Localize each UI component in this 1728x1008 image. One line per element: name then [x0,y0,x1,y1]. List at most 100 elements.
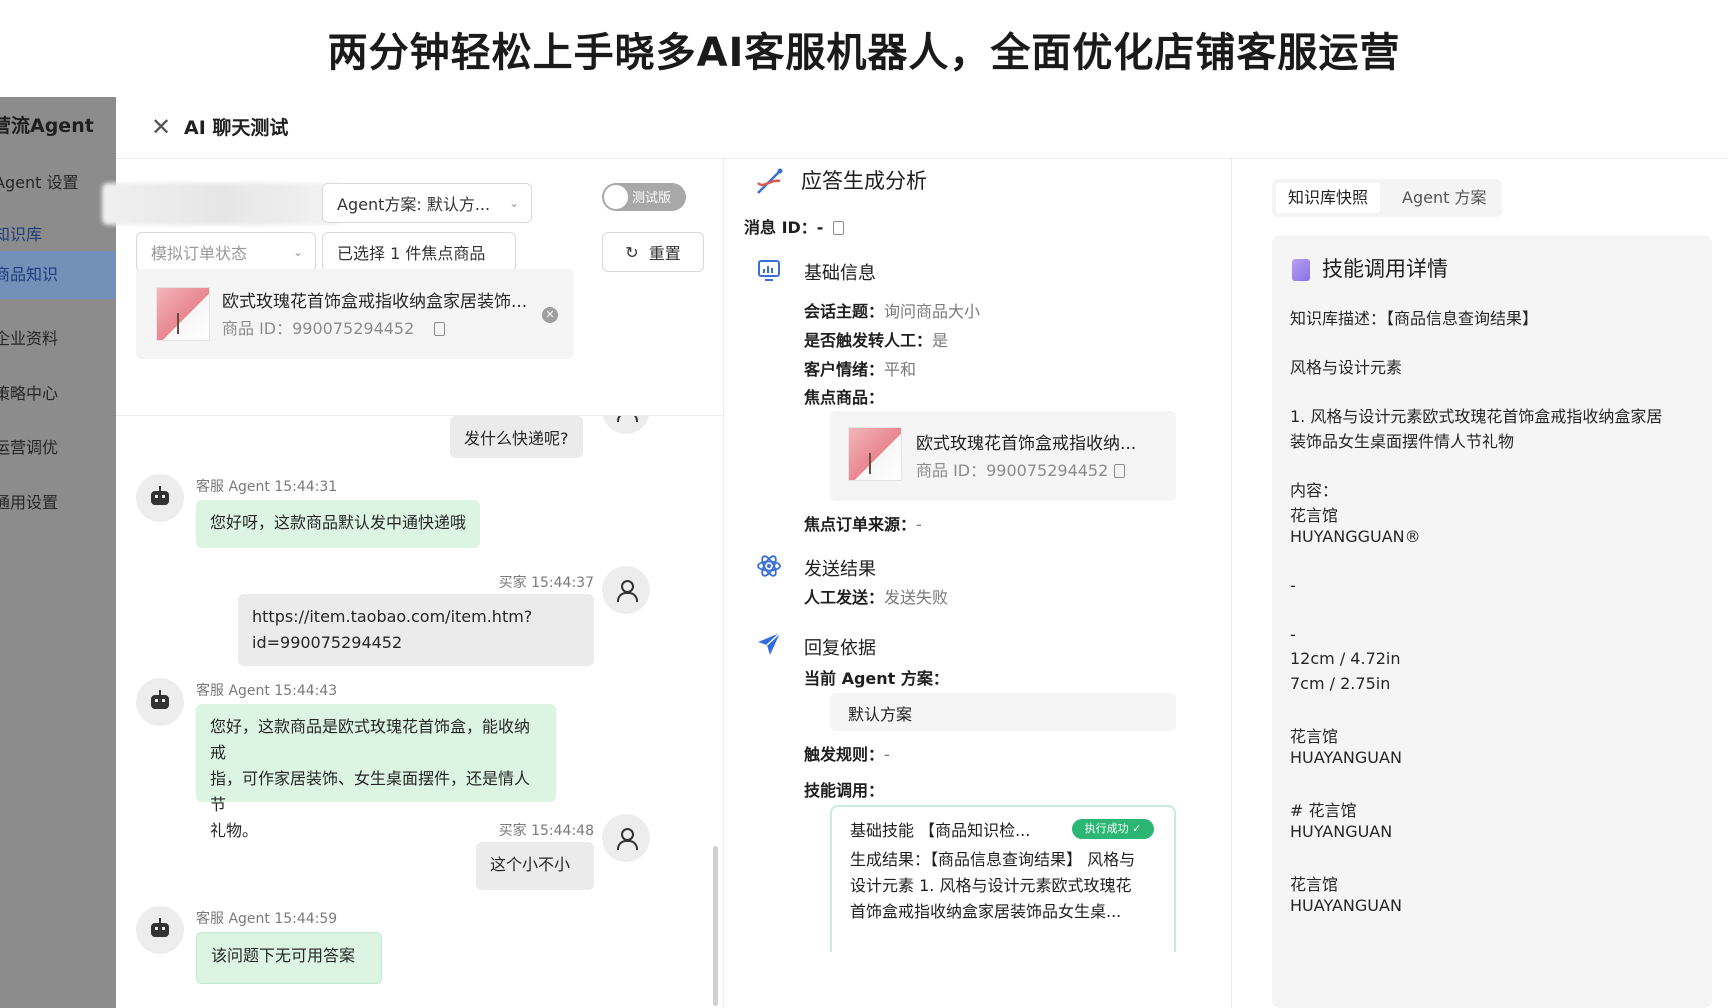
chat-scrollbar[interactable] [713,846,718,1006]
chart-icon [758,260,780,281]
skill-result-line: 生成结果：【商品信息查询结果】 风格与 [850,850,1136,869]
focus-product-label: 焦点商品： [804,388,885,407]
message-line: 礼物。 [210,821,259,840]
test-version-toggle[interactable]: 测试版 [602,183,686,211]
chat-bubble-buyer: 这个小不小 [476,842,594,890]
message-meta: 客服 Agent 15:44:31 [196,479,338,495]
sidebar-item-strategy-center[interactable]: 策略中心 [0,380,58,404]
skill-result-line: 设计元素 1. 风格与设计元素欧式玫瑰花 [850,876,1132,895]
message-meta: 客服 Agent 15:44:43 [196,683,338,699]
current-agent-plan-label: 当前 Agent 方案： [804,669,949,688]
response-analysis-column: 应答生成分析 消息 ID：- 基础信息 会话主题：询问商品大小 是否触发转人工：… [724,159,1232,1008]
copy-icon[interactable] [833,221,845,235]
detail-line: HUYANGGUAN® [1290,527,1421,546]
detail-line: 装饰品女生桌面摆件情人节礼物 [1290,432,1515,451]
product-id: 商品 ID：990075294452 [222,315,446,339]
agent-avatar [136,906,184,954]
sidebar-item-agent-settings[interactable]: Agent 设置 [0,169,78,193]
tab-agent-plan[interactable]: Agent 方案 [1390,183,1498,213]
copy-icon[interactable] [434,322,446,336]
agent-plan-value: Agent方案: 默认方... [337,195,491,214]
detail-line: 花言馆 [1290,875,1339,894]
message-line[interactable]: https://item.taobao.com/item.htm? [252,604,580,630]
customer-emotion: 客户情绪：平和 [804,360,917,379]
tab-knowledge-snapshot[interactable]: 知识库快照 [1276,183,1381,213]
robot-icon [151,690,169,709]
atom-icon [757,555,781,577]
skill-call-detail-panel: 技能调用详情 知识库描述：【商品信息查询结果】 风格与设计元素 1. 风格与设计… [1272,235,1712,1008]
message-line: 指，可作家居装饰、女生桌面摆件，还是情人节 [210,769,531,814]
manual-send: 人工发送：发送失败 [804,588,949,607]
sidebar-item-knowledge-base[interactable]: 知识库 [0,221,42,245]
detail-line: 知识库描述：【商品信息查询结果】 [1290,309,1539,328]
skill-call-card[interactable]: 基础技能 【商品知识检... 执行成功 ✓ 生成结果：【商品信息查询结果】 风格… [830,805,1176,952]
refresh-icon: ↻ [625,242,639,262]
remove-product-icon[interactable]: ✕ [542,307,558,323]
detail-line: HUAYANGUAN [1290,896,1402,915]
toggle-knob [604,185,628,209]
focus-order-source: 焦点订单来源：- [804,515,922,534]
detail-line: - [1290,625,1296,644]
product-title: 欧式玫瑰花首饰盒戒指收纳盒家居装饰... [222,292,528,312]
blurred-select[interactable] [102,183,342,225]
chevron-down-icon: ⌄ [508,196,519,210]
chevron-down-icon: ⌄ [292,245,303,259]
focus-product-button[interactable]: 已选择 1 件焦点商品 [322,232,516,272]
banner-title: 两分钟轻松上手晓多AI客服机器人，全面优化店铺客服运营 [327,29,1401,76]
sidebar: 营流Agent Agent 设置 知识库 商品知识 企业资料 策略中心 运营调优… [0,97,116,1008]
copy-icon[interactable] [1114,464,1126,478]
message-meta: 买家 15:44:48 [498,823,594,839]
buyer-avatar [602,566,650,614]
current-agent-plan-value: 默认方案 [848,705,913,724]
detail-line: 1. 风格与设计元素欧式玫瑰花首饰盒戒指收纳盒家居 [1290,407,1663,426]
detail-line: HUAYANGUAN [1290,748,1402,767]
message-meta: 客服 Agent 15:44:59 [196,911,338,927]
message-line: 您好，这款商品是欧式玫瑰花首饰盒，能收纳戒 [210,717,531,762]
sidebar-brand: 营流Agent [0,115,94,137]
user-icon [616,580,638,602]
user-icon [616,416,638,422]
message-meta: 买家 15:44:37 [498,575,594,591]
detail-tabs: 知识库快照 Agent 方案 [1272,179,1502,217]
agent-plan-select[interactable]: Agent方案: 默认方... ⌄ [322,183,532,223]
detail-line: # 花言馆 [1290,801,1357,820]
focus-product-card: 欧式玫瑰花首饰盒戒指收纳... 商品 ID：990075294452 [830,411,1176,501]
product-thumbnail [848,427,902,481]
focus-product-label: 已选择 1 件焦点商品 [337,244,486,263]
buyer-avatar [602,416,650,434]
success-badge: 执行成功 ✓ [1072,819,1154,839]
detail-line: 花言馆 [1290,506,1339,525]
trigger-rule: 触发规则：- [804,745,890,764]
chat-bubble-agent: 该问题下无可用答案 [196,932,382,984]
chat-column: Agent方案: 默认方... ⌄ 测试版 模拟订单状态 ⌄ 已选择 1 件焦点… [102,159,724,1008]
focus-product-title: 欧式玫瑰花首饰盒戒指收纳... [916,434,1137,454]
product-thumbnail [156,287,210,341]
robot-icon [151,918,169,937]
detail-line: 7cm / 2.75in [1290,674,1391,693]
sidebar-item-company-info[interactable]: 企业资料 [0,325,58,349]
selected-product-card: 欧式玫瑰花首饰盒戒指收纳盒家居装饰... 商品 ID：990075294452 … [136,269,574,359]
order-state-select[interactable]: 模拟订单状态 ⌄ [136,232,316,272]
skill-result-line: 首饰盒戒指收纳盒家居装饰品女生桌... [850,902,1122,921]
agent-avatar [136,474,184,522]
promo-banner: 两分钟轻松上手晓多AI客服机器人，全面优化店铺客服运营 [0,0,1728,97]
chat-test-modal: ✕ AI 聊天测试 Agent方案: 默认方... ⌄ 测试版 模拟订单状态 ⌄… [102,97,1728,1008]
focus-product-id: 商品 ID：990075294452 [916,457,1126,481]
send-icon [758,632,781,655]
sidebar-item-product-knowledge[interactable]: 商品知识 [0,251,116,299]
reset-label: 重置 [648,244,681,263]
chat-bubble-buyer: https://item.taobao.com/item.htm? id=990… [238,594,594,666]
session-topic: 会话主题：询问商品大小 [804,302,981,321]
detail-line: 风格与设计元素 [1290,358,1403,377]
skill-call-label: 技能调用： [804,781,885,800]
message-line: id=990075294452 [252,633,403,652]
sidebar-item-general-settings[interactable]: 通用设置 [0,489,58,513]
dna-icon [757,168,783,194]
sidebar-item-ops-tuning[interactable]: 运营调优 [0,434,58,458]
reset-button[interactable]: ↻ 重置 [602,232,704,272]
chat-bubble-agent: 您好，这款商品是欧式玫瑰花首饰盒，能收纳戒 指，可作家居装饰、女生桌面摆件，还是… [196,704,556,840]
detail-line: 内容： [1290,481,1339,500]
send-result-heading: 发送结果 [804,559,876,580]
close-icon[interactable]: ✕ [149,115,173,139]
current-agent-plan-box: 默认方案 [830,693,1176,731]
